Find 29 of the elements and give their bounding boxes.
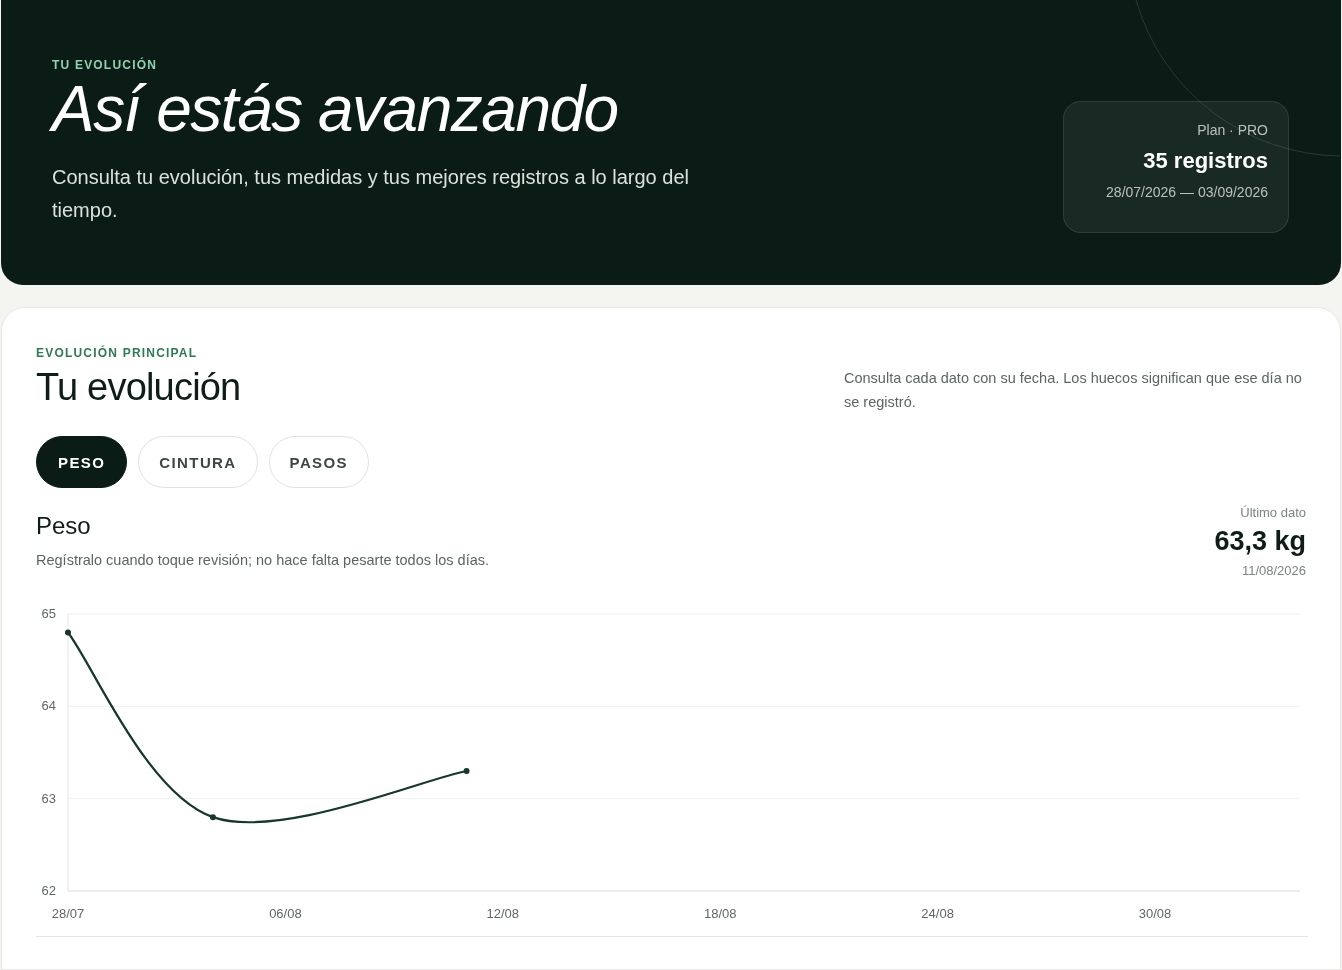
metric-title: Peso [36, 512, 92, 540]
metric-tab[interactable]: PASOS [268, 436, 369, 488]
plan-label: Plan · PRO [1197, 122, 1268, 138]
x-tick-label: 18/08 [703, 906, 737, 921]
date-range: 28/07/2026 — 03/09/2026 [1106, 184, 1268, 200]
x-tick-label: 12/08 [486, 906, 520, 921]
metric-tab[interactable]: CINTURA [138, 436, 258, 488]
last-value: 63,3 kg [1214, 526, 1306, 557]
metric-description: Regístralo cuando toque revisión; no hace falta pesarte todos los días. [36, 552, 489, 568]
section-eyebrow: EVOLUCIÓN PRINCIPAL [36, 346, 199, 360]
data-point [463, 767, 470, 774]
x-tick-label: 28/07 [51, 906, 85, 921]
y-tick-label: 63 [41, 790, 56, 806]
metric-tab[interactable]: PESO [36, 436, 128, 488]
last-value-label: Último dato [1240, 505, 1306, 520]
x-tick-label: 30/08 [1138, 906, 1172, 921]
hero-subtitle: Consulta tu evolución, tus medidas y tus mejores registros a lo largo del tiempo. [52, 165, 690, 224]
x-tick-label: 06/08 [269, 906, 302, 921]
data-point [65, 629, 71, 636]
record-count: 35 registros [1143, 148, 1268, 174]
y-tick-label: 64 [41, 698, 56, 714]
y-tick-label: 65 [41, 606, 56, 621]
x-tick-label: 24/08 [921, 906, 954, 921]
section-eyebrow: TU EVOLUCIÓN [52, 58, 159, 72]
last-value-date: 11/08/2026 [1241, 563, 1306, 578]
section-note: Consulta cada dato con su fecha. Los huecos significan que ese día no se registró. [844, 369, 1303, 412]
data-point [209, 814, 216, 821]
section-title: Tu evolución [36, 366, 241, 409]
y-tick-label: 62 [41, 883, 56, 898]
